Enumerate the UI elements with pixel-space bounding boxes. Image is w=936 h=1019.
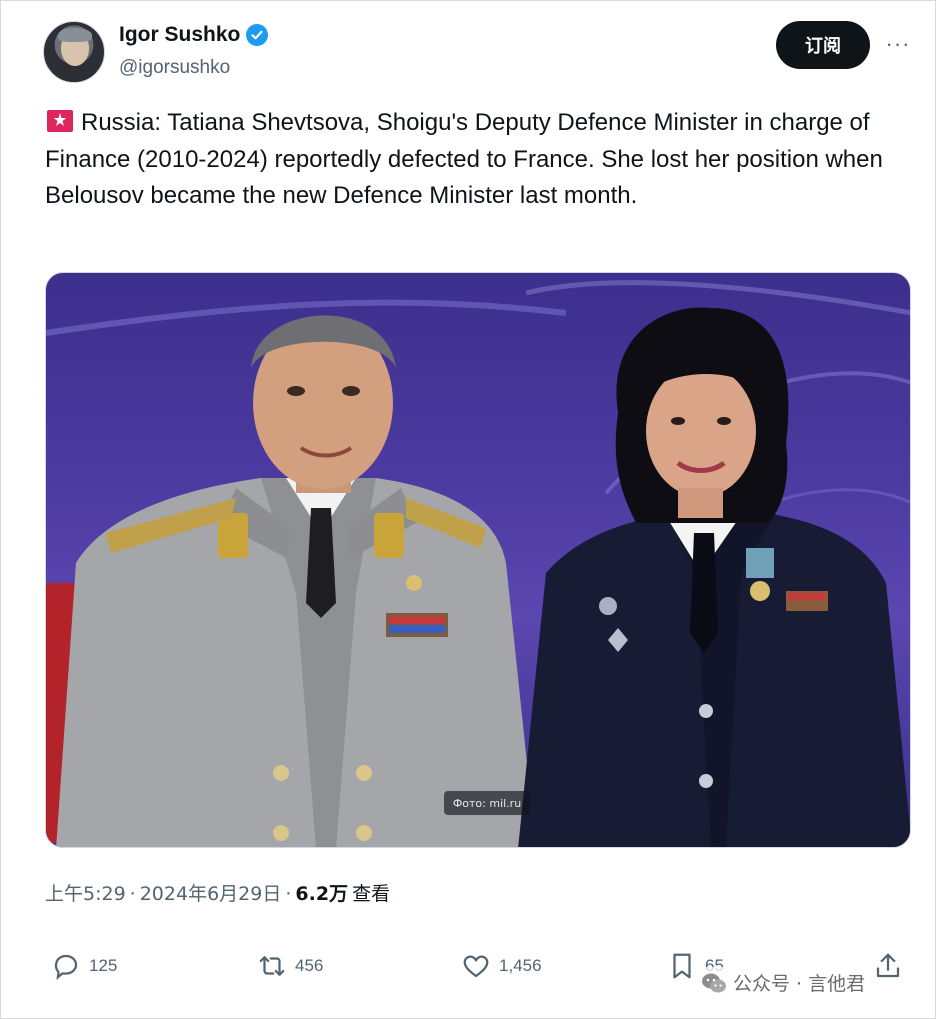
repost-button[interactable]: 456 <box>257 951 323 981</box>
like-button[interactable]: 1,456 <box>461 951 542 981</box>
subscribe-button[interactable]: 订阅 <box>776 21 870 69</box>
reply-icon <box>54 954 78 980</box>
tweet-photo[interactable]: Фото: mil.ru <box>45 272 911 848</box>
photo-illustration <box>46 280 910 847</box>
reply-count: 125 <box>89 956 118 975</box>
author-name-row[interactable]: Igor Sushko <box>119 23 269 47</box>
rotating-light-icon <box>45 108 75 134</box>
tweet-card: Igor Sushko @igorsushko 订阅 ··· Russia: T… <box>0 0 936 1019</box>
repost-count: 456 <box>295 956 324 975</box>
tweet-time[interactable]: 上午5:29 <box>45 879 126 906</box>
share-button[interactable] <box>873 951 903 981</box>
reply-button[interactable]: 125 <box>51 951 117 981</box>
tweet-meta: 上午5:29 · 2024年6月29日 · 6.2万 查看 <box>45 879 390 906</box>
meta-separator: · <box>285 883 292 905</box>
wechat-icon <box>702 973 726 992</box>
tweet-body: Russia: Tatiana Shevtsova, Shoigu's Depu… <box>45 109 883 209</box>
views-count: 6.2万 <box>295 883 349 905</box>
photo-credit: Фото: mil.ru <box>444 791 530 815</box>
like-count: 1,456 <box>499 956 542 975</box>
tweet-date[interactable]: 2024年6月29日 <box>140 879 282 906</box>
meta-separator: · <box>129 883 136 905</box>
bookmark-icon <box>673 953 691 979</box>
heart-icon <box>463 955 489 978</box>
repost-icon <box>259 956 285 976</box>
tweet-text: Russia: Tatiana Shevtsova, Shoigu's Depu… <box>45 105 895 215</box>
tweet-header: Igor Sushko @igorsushko 订阅 ··· <box>43 19 913 85</box>
wechat-watermark: 公众号 · 言他君 <box>695 967 872 998</box>
watermark-text: 公众号 · 言他君 <box>733 973 866 995</box>
verified-badge-icon <box>246 24 269 46</box>
author-handle[interactable]: @igorsushko <box>119 57 230 79</box>
views-label: 查看 <box>352 883 391 905</box>
share-icon <box>876 953 900 978</box>
author-avatar[interactable] <box>43 21 105 83</box>
author-display-name[interactable]: Igor Sushko <box>119 23 240 47</box>
more-options-icon[interactable]: ··· <box>883 29 913 59</box>
